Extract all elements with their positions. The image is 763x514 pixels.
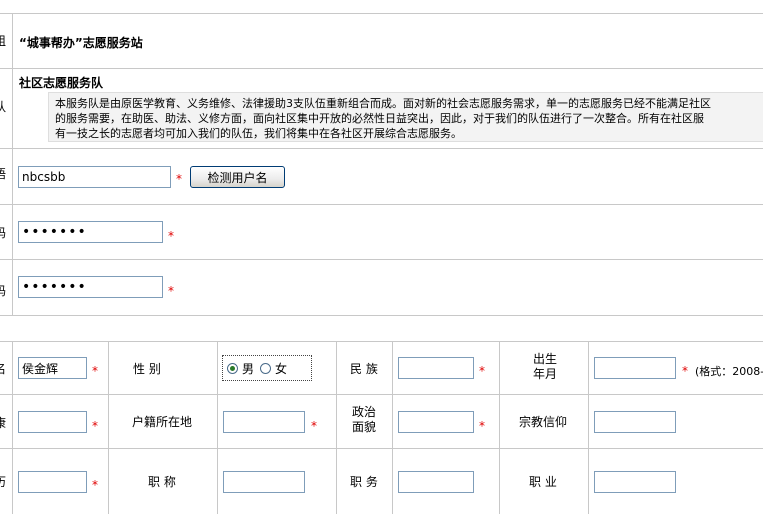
professional-title-label: 职 称 — [148, 475, 176, 489]
divider — [336, 341, 337, 514]
gender-radio-group: 男 女 — [222, 355, 312, 381]
description-line: 本服务队是由原医学教育、义务维修、法律援助3支队伍重新组合而成。面对新的社会志愿… — [55, 97, 711, 110]
team-name: 社区志愿服务队 — [19, 76, 104, 90]
row-label-cut: 历 — [0, 475, 7, 489]
row-label-cut: 组 — [0, 34, 7, 48]
row-label-cut: 名 — [0, 362, 7, 376]
divider — [0, 259, 763, 260]
hukou-label: 户籍所在地 — [132, 415, 193, 429]
row-label-cut: 康 — [0, 416, 7, 430]
divider — [108, 341, 109, 514]
position-label: 职 务 — [350, 475, 378, 489]
religion-input[interactable] — [594, 411, 676, 433]
divider — [0, 341, 763, 342]
birth-input[interactable] — [594, 357, 676, 379]
occupation-input[interactable] — [594, 471, 676, 493]
required-mark: * — [682, 364, 688, 378]
description-line: 有一技之长的志愿者均可加入我们的队伍，我们将集中在各社区开展综合志愿服务。 — [55, 127, 462, 140]
ethnicity-label: 民 族 — [350, 362, 378, 376]
birth-label: 出生 年月 — [520, 352, 570, 382]
divider — [0, 148, 763, 149]
confirm-password-input[interactable] — [18, 276, 163, 298]
divider — [217, 341, 218, 514]
row-label-cut: 语 — [0, 167, 7, 181]
site-title: “城事帮办”志愿服务站 — [19, 36, 143, 50]
required-mark: * — [479, 364, 485, 378]
password-input[interactable] — [18, 221, 163, 243]
divider — [0, 68, 763, 69]
required-mark: * — [92, 364, 98, 378]
ethnicity-input[interactable] — [398, 357, 474, 379]
username-input[interactable] — [18, 166, 171, 188]
row-label-cut: 队 — [0, 100, 7, 114]
required-mark: * — [311, 419, 317, 433]
birth-label-line: 年月 — [532, 367, 557, 381]
religion-label: 宗教信仰 — [519, 415, 568, 429]
divider — [12, 341, 13, 514]
education-input[interactable] — [18, 471, 87, 493]
political-label-line: 政治 — [351, 405, 376, 419]
occupation-label: 职 业 — [529, 475, 557, 489]
divider — [0, 13, 763, 14]
gender-label: 性 别 — [133, 362, 161, 376]
birth-label-line: 出生 — [532, 352, 557, 366]
professional-title-input[interactable] — [223, 471, 305, 493]
row-label-cut: 码 — [0, 284, 7, 298]
gender-male-label[interactable]: 男 — [242, 360, 254, 377]
gender-male-radio[interactable] — [227, 362, 238, 374]
divider — [499, 341, 500, 514]
required-mark: * — [92, 478, 98, 492]
divider — [588, 341, 589, 514]
check-username-button[interactable]: 检测用户名 — [190, 166, 285, 188]
team-description: 本服务队是由原医学教育、义务维修、法律援助3支队伍重新组合而成。面对新的社会志愿… — [48, 92, 763, 142]
name-input[interactable] — [18, 357, 87, 379]
divider — [0, 204, 763, 205]
hukou-input[interactable] — [223, 411, 305, 433]
divider — [392, 341, 393, 514]
birth-format-hint: (格式：2008- — [695, 365, 763, 378]
gender-female-radio[interactable] — [260, 362, 272, 374]
required-mark: * — [176, 172, 182, 186]
divider — [0, 394, 763, 395]
required-mark: * — [479, 419, 485, 433]
political-label: 政治 面貌 — [340, 405, 388, 435]
health-input[interactable] — [18, 411, 87, 433]
divider — [12, 13, 13, 315]
divider — [0, 315, 763, 316]
row-label-cut: 码 — [0, 226, 7, 240]
required-mark: * — [168, 229, 174, 243]
required-mark: * — [168, 284, 174, 298]
position-input[interactable] — [398, 471, 474, 493]
description-line: 的服务需要，在助医、助法、义修方面，面向社区集中开放的必然性日益突出，因此，对于… — [55, 112, 704, 125]
divider — [0, 448, 763, 449]
political-label-line: 面貌 — [351, 420, 376, 434]
gender-female-label[interactable]: 女 — [275, 360, 287, 377]
required-mark: * — [92, 419, 98, 433]
political-input[interactable] — [398, 411, 474, 433]
